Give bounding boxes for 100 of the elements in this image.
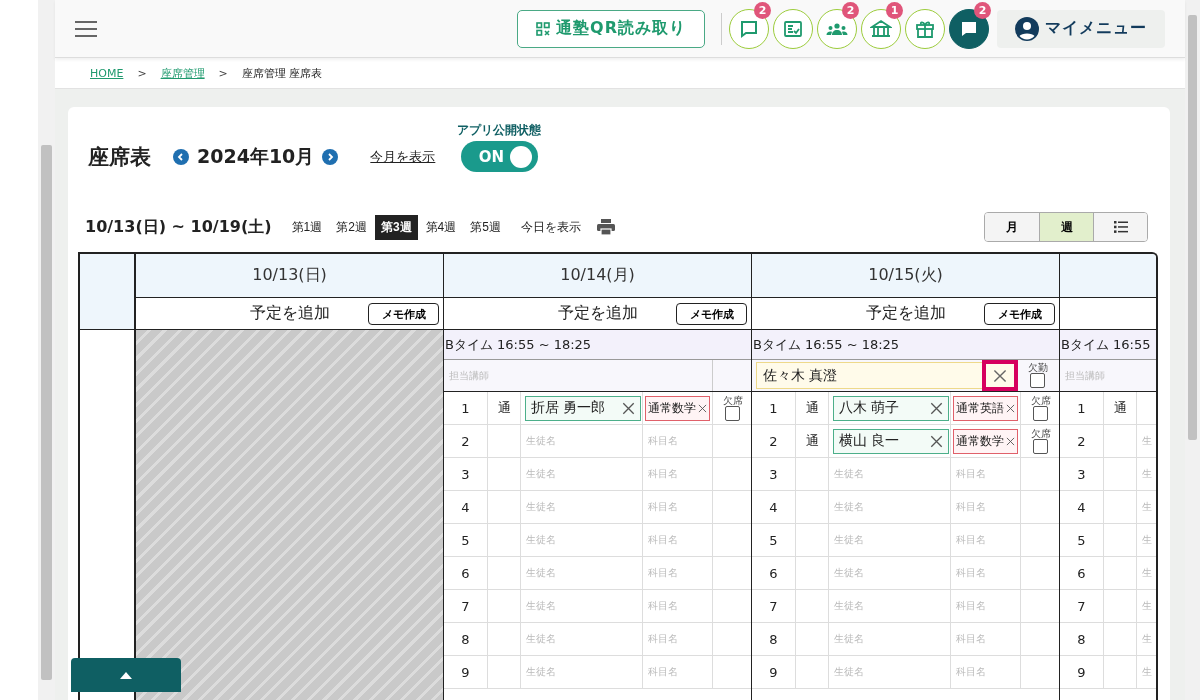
student-field[interactable]: 生 [1137, 566, 1152, 580]
clear-icon[interactable] [930, 401, 943, 415]
clear-icon[interactable] [622, 401, 635, 415]
subject-chip[interactable]: 通常数学 [645, 395, 710, 421]
subject-chip[interactable]: 通常数学 [953, 428, 1018, 454]
clear-icon[interactable] [930, 434, 943, 448]
student-field[interactable]: 生 [1137, 467, 1152, 481]
student-field[interactable]: 生 [1137, 500, 1152, 514]
student-field[interactable]: 生徒名 [829, 599, 864, 613]
student-field[interactable]: 生 [1137, 434, 1152, 448]
next-month-button[interactable] [322, 149, 339, 165]
tent-button[interactable] [861, 8, 901, 49]
clear-icon[interactable] [1006, 436, 1015, 446]
add-schedule-link[interactable]: 予定を追加 [865, 303, 946, 324]
week-tab[interactable]: 第4週 [419, 214, 463, 240]
my-menu-button[interactable]: マイメニュー [997, 9, 1165, 48]
count-badge: 2 [754, 1, 771, 19]
student-field[interactable]: 生 [1137, 599, 1152, 613]
chat-button[interactable] [729, 8, 769, 49]
student-field[interactable]: 生徒名 [829, 632, 864, 646]
absence-label: 欠席 [1030, 395, 1051, 406]
checkbox[interactable] [1033, 405, 1048, 421]
qr-scan-button[interactable]: 通塾QR読み取り [517, 9, 705, 48]
subject-field[interactable]: 科目名 [643, 533, 678, 547]
checklist-button[interactable] [773, 8, 813, 49]
subject-field[interactable]: 科目名 [951, 467, 986, 481]
subject-field[interactable]: 科目名 [951, 533, 986, 547]
student-chip[interactable]: 横山 良一 [833, 428, 949, 454]
memo-button[interactable]: メモ作成 [984, 303, 1055, 325]
subject-chip[interactable]: 通常英語 [953, 395, 1018, 421]
app-status-toggle[interactable]: ON [460, 141, 538, 172]
week-tab[interactable]: 第1週 [285, 214, 329, 240]
gift-button[interactable] [905, 8, 945, 49]
show-today-link[interactable]: 今日を表示 [521, 218, 581, 236]
student-chip[interactable]: 八木 萌子 [833, 395, 949, 421]
subject-field[interactable]: 科目名 [951, 665, 986, 679]
app-status-label: アプリ公開状態 [457, 122, 542, 139]
seat-number: 6 [769, 565, 778, 581]
student-field[interactable]: 生徒名 [521, 665, 556, 679]
memo-button[interactable]: メモ作成 [676, 303, 747, 325]
student-field[interactable]: 生徒名 [521, 599, 556, 613]
group-button[interactable] [817, 8, 857, 49]
subject-field[interactable]: 科目名 [643, 665, 678, 679]
student-field[interactable]: 生徒名 [829, 467, 864, 481]
week-tab[interactable]: 第2週 [330, 214, 373, 240]
seat-number: 1 [1077, 400, 1086, 416]
add-schedule-link[interactable]: 予定を追加 [249, 303, 330, 324]
student-field[interactable]: 生徒名 [521, 533, 556, 547]
show-this-month-link[interactable]: 今月を表示 [370, 148, 436, 166]
subject-field[interactable]: 科目名 [643, 434, 678, 448]
subject-field[interactable]: 科目名 [951, 566, 986, 580]
seat-number: 4 [769, 499, 778, 515]
week-tab[interactable]: 第5週 [464, 214, 507, 240]
scrollbar-thumb[interactable] [41, 145, 52, 680]
add-schedule-link[interactable]: 予定を追加 [557, 303, 638, 324]
checkbox[interactable] [725, 405, 740, 421]
view-button[interactable]: 月 [985, 213, 1039, 241]
memo-button[interactable]: メモ作成 [368, 303, 439, 325]
subject-field[interactable]: 科目名 [643, 500, 678, 514]
breadcrumb-link[interactable]: HOME [90, 66, 124, 80]
breadcrumb-link[interactable]: 座席管理 [160, 65, 205, 81]
student-field[interactable]: 生 [1137, 665, 1152, 679]
page-title: 座席表 [88, 144, 151, 171]
subject-field[interactable]: 科目名 [643, 632, 678, 646]
scrollbar-thumb[interactable] [1188, 15, 1197, 440]
student-field[interactable]: 生 [1137, 632, 1152, 646]
student-field[interactable]: 生徒名 [829, 533, 864, 547]
seat-number: 4 [1077, 499, 1086, 515]
seat-number: 7 [769, 598, 778, 614]
subject-field[interactable]: 科目名 [951, 632, 986, 646]
student-field[interactable]: 生徒名 [829, 665, 864, 679]
list-view-button[interactable] [1093, 213, 1147, 241]
student-field[interactable]: 生徒名 [829, 566, 864, 580]
subject-field[interactable]: 科目名 [951, 500, 986, 514]
clear-icon[interactable] [993, 368, 1007, 383]
date-header: 10/13(日) [136, 254, 443, 298]
student-chip[interactable]: 折居 勇一郎 [525, 395, 641, 421]
clear-button[interactable] [982, 360, 1018, 391]
student-field[interactable]: 生徒名 [829, 500, 864, 514]
checkbox[interactable] [1030, 373, 1045, 388]
subject-field[interactable]: 科目名 [951, 599, 986, 613]
subject-field[interactable]: 科目名 [643, 599, 678, 613]
print-icon[interactable] [597, 219, 615, 235]
student-field[interactable]: 生徒名 [521, 500, 556, 514]
message-button[interactable] [949, 8, 989, 49]
checkbox[interactable] [1033, 438, 1048, 454]
teacher-field[interactable]: 佐々木 真澄 [756, 362, 1018, 389]
menu-icon[interactable] [75, 20, 97, 37]
student-field[interactable]: 生徒名 [521, 566, 556, 580]
student-field[interactable]: 生徒名 [521, 434, 556, 448]
clear-icon[interactable] [698, 403, 707, 413]
student-field[interactable]: 生徒名 [521, 632, 556, 646]
student-field[interactable]: 生徒名 [521, 467, 556, 481]
week-tab[interactable]: 第3週 [374, 214, 418, 240]
student-field[interactable]: 生 [1137, 533, 1152, 547]
view-button[interactable]: 週 [1039, 213, 1093, 241]
clear-icon[interactable] [1006, 403, 1015, 413]
previous-month-button[interactable] [173, 149, 189, 165]
subject-field[interactable]: 科目名 [643, 566, 678, 580]
subject-field[interactable]: 科目名 [643, 467, 678, 481]
